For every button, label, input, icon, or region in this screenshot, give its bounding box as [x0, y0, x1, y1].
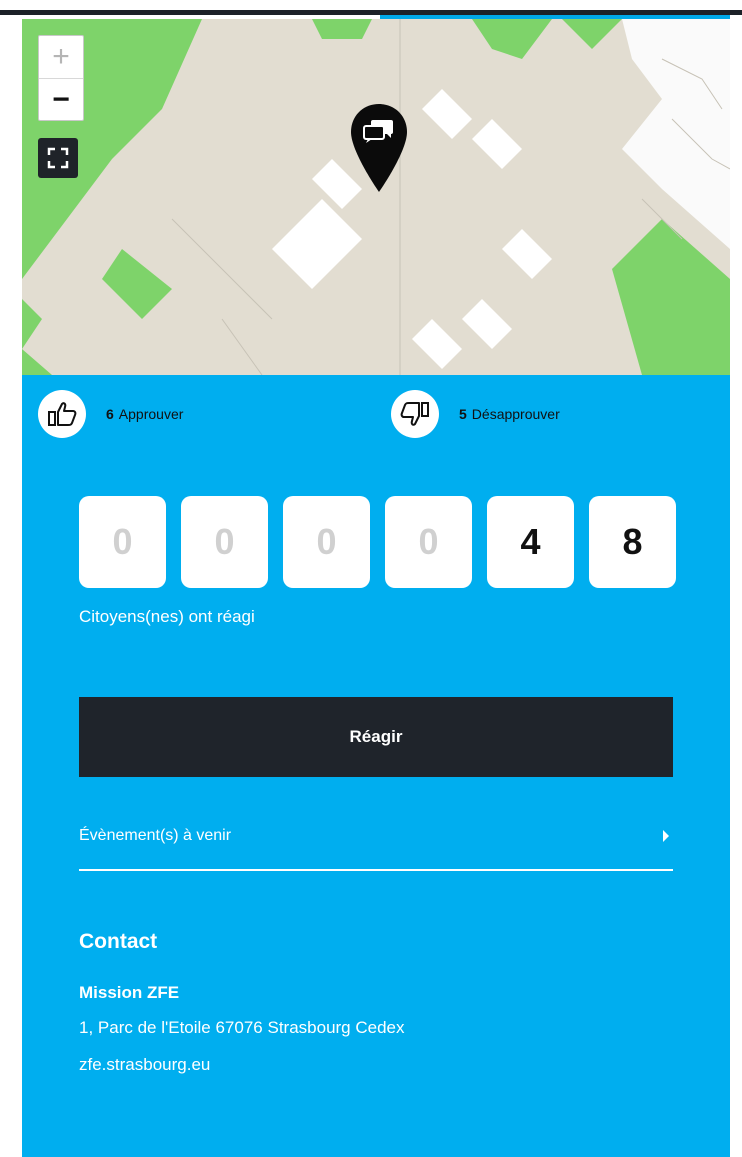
upcoming-events-label: Évènement(s) à venir: [79, 827, 232, 844]
counter-digit: 0: [283, 496, 370, 588]
counter-digit: 0: [181, 496, 268, 588]
disapprove-label: Désapprouver: [471, 406, 560, 422]
counter-digit: 0: [79, 496, 166, 588]
counter-digit: 4: [487, 496, 574, 588]
approve-label: Approuver: [118, 406, 184, 422]
approve-count: 6: [106, 406, 114, 422]
map-marker[interactable]: [349, 102, 409, 194]
counter-digit: 0: [385, 496, 472, 588]
contact-title: Contact: [79, 930, 158, 953]
zoom-in-button[interactable]: +: [39, 36, 83, 79]
project-panel: 6 Approuver 5 Désapprouver 0 0 0 0 4 8 C…: [22, 375, 730, 1157]
approve-vote[interactable]: 6 Approuver: [38, 390, 183, 438]
map[interactable]: [22, 19, 730, 375]
fullscreen-button[interactable]: [38, 138, 78, 178]
react-button[interactable]: Réagir: [79, 697, 673, 777]
disapprove-count: 5: [459, 406, 467, 422]
counter-digit: 8: [589, 496, 676, 588]
thumbs-up-icon: [38, 390, 86, 438]
map-canvas: [22, 19, 730, 375]
contact-name: Mission ZFE: [79, 983, 180, 1002]
fullscreen-icon: [47, 147, 69, 169]
disapprove-vote[interactable]: 5 Désapprouver: [391, 390, 560, 438]
reaction-counter-label: Citoyens(nes) ont réagi: [79, 607, 255, 626]
map-pin-icon: [351, 104, 407, 192]
thumbs-down-icon: [391, 390, 439, 438]
upcoming-events-toggle[interactable]: Évènement(s) à venir: [79, 813, 673, 871]
reaction-counter: 0 0 0 0 4 8: [79, 496, 676, 588]
contact-website-link[interactable]: zfe.strasbourg.eu: [79, 1055, 210, 1075]
zoom-out-button[interactable]: −: [39, 79, 83, 121]
chevron-right-icon: [663, 830, 669, 842]
contact-address: 1, Parc de l'Etoile 67076 Strasbourg Ced…: [79, 1018, 405, 1037]
zoom-control: + −: [38, 35, 84, 121]
